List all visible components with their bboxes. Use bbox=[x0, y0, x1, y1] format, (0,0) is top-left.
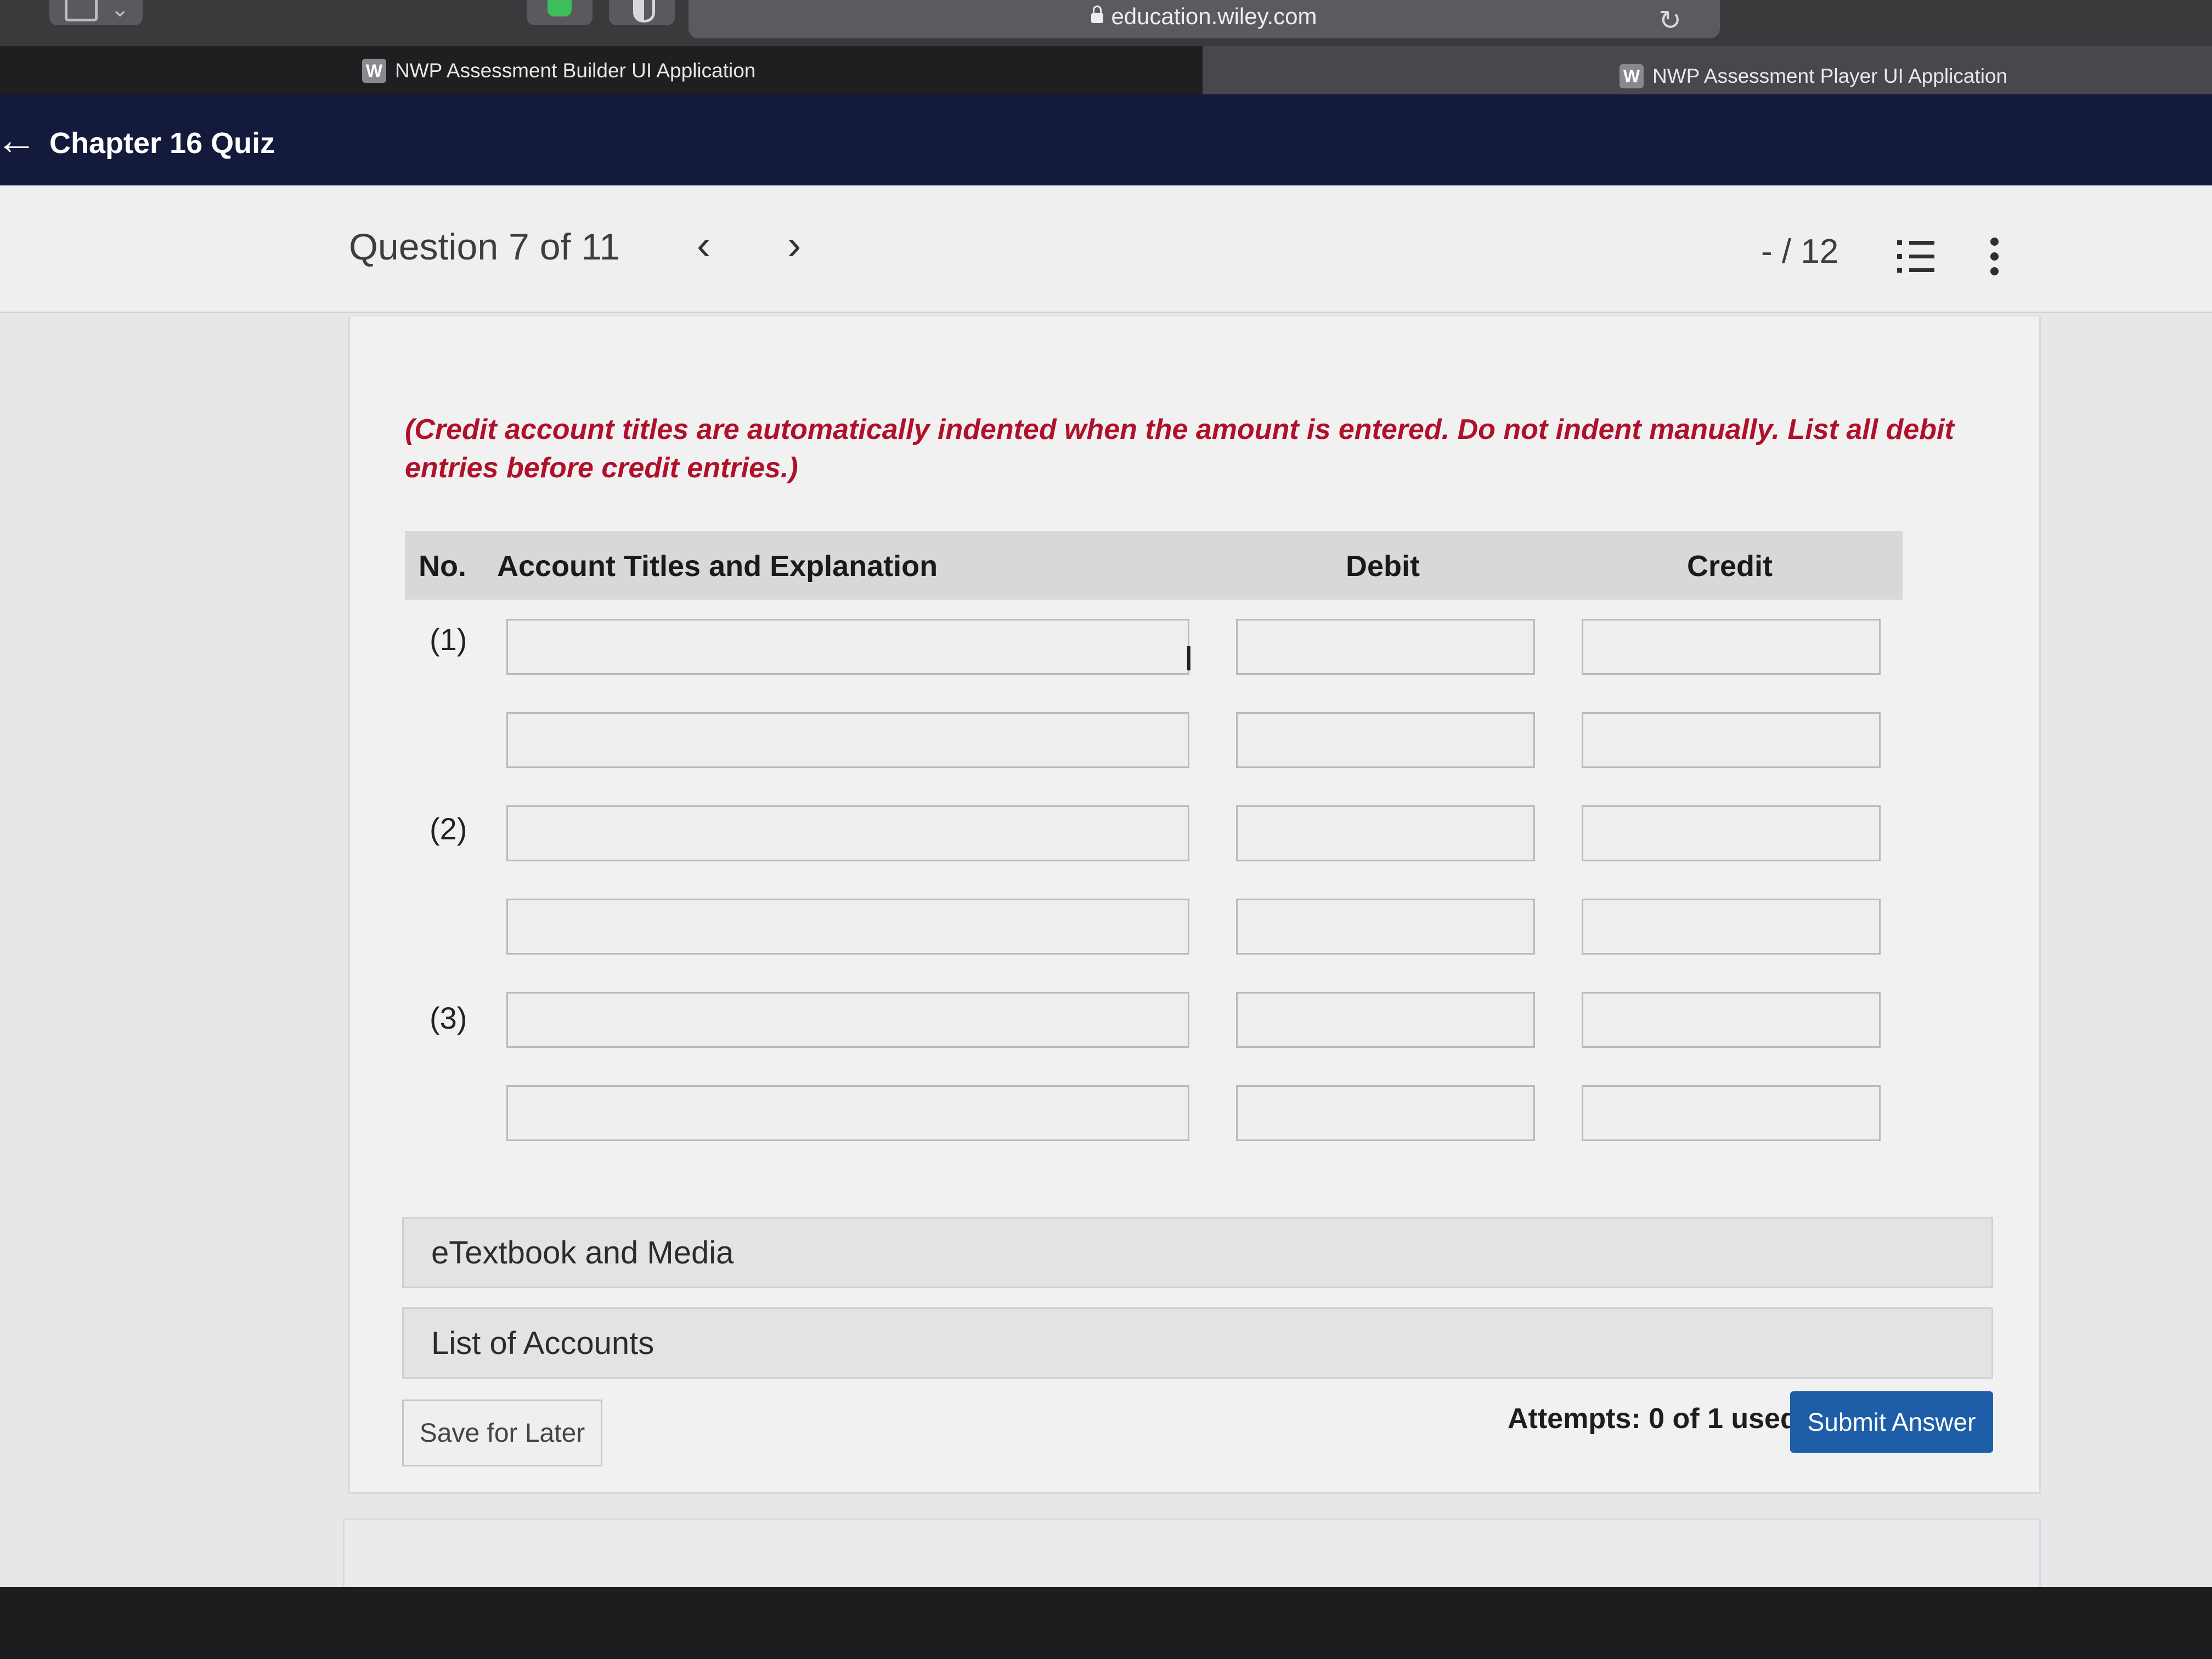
question-counter: Question 7 of 11 bbox=[349, 226, 620, 268]
column-header-credit: Credit bbox=[1687, 550, 1773, 583]
browser-chrome: ⌄ education.wiley.com ↻ W NWP Assessment… bbox=[0, 0, 2212, 96]
main-content: Question 7 of 11 ‹ › - / 12 (Credit acco… bbox=[0, 185, 2212, 1595]
sidebar-toggle-button[interactable]: ⌄ bbox=[49, 0, 143, 25]
account-title-input[interactable] bbox=[506, 992, 1189, 1048]
tab-assessment-player[interactable]: W NWP Assessment Player UI Application bbox=[1203, 46, 2212, 95]
url-text: education.wiley.com bbox=[1111, 3, 1317, 29]
question-card: (Credit account titles are automatically… bbox=[348, 317, 2041, 1494]
account-title-input[interactable] bbox=[506, 899, 1189, 955]
submit-answer-button[interactable]: Submit Answer bbox=[1790, 1391, 1993, 1453]
column-header-debit: Debit bbox=[1346, 550, 1420, 583]
column-header-no: No. bbox=[419, 550, 466, 583]
score-display: - / 12 bbox=[1761, 233, 1839, 270]
tab-label: NWP Assessment Builder UI Application bbox=[395, 59, 756, 82]
lock-icon bbox=[1091, 5, 1104, 23]
credit-input[interactable] bbox=[1582, 899, 1881, 955]
journal-table-header: No. Account Titles and Explanation Debit… bbox=[405, 531, 1903, 600]
extension-icon bbox=[548, 0, 572, 16]
numbered-list-icon[interactable] bbox=[1897, 240, 1934, 273]
credit-input[interactable] bbox=[1582, 712, 1881, 768]
column-header-account: Account Titles and Explanation bbox=[497, 550, 938, 583]
chevron-left-icon[interactable]: ‹ bbox=[697, 221, 710, 269]
list-of-accounts-accordion[interactable]: List of Accounts bbox=[402, 1307, 1993, 1379]
shield-icon bbox=[633, 0, 655, 22]
back-arrow-icon[interactable]: ← bbox=[0, 116, 37, 164]
credit-input[interactable] bbox=[1582, 805, 1881, 861]
debit-input[interactable] bbox=[1236, 899, 1535, 955]
chevron-down-icon: ⌄ bbox=[111, 0, 129, 21]
entry-number: (3) bbox=[430, 1001, 467, 1035]
credit-input[interactable] bbox=[1582, 1085, 1881, 1141]
credit-input[interactable] bbox=[1582, 619, 1881, 675]
etextbook-media-accordion[interactable]: eTextbook and Media bbox=[402, 1217, 1993, 1288]
debit-input[interactable] bbox=[1236, 619, 1535, 675]
reload-icon[interactable]: ↻ bbox=[1658, 4, 1681, 36]
url-display: education.wiley.com bbox=[689, 3, 1720, 30]
sidebar-toggle-icon bbox=[65, 0, 98, 21]
account-title-input[interactable] bbox=[506, 619, 1189, 675]
debit-input[interactable] bbox=[1236, 992, 1535, 1048]
address-bar[interactable]: education.wiley.com ↻ bbox=[689, 0, 1720, 38]
next-card bbox=[343, 1519, 2041, 1595]
question-instructions: (Credit account titles are automatically… bbox=[405, 414, 1954, 484]
credit-input[interactable] bbox=[1582, 992, 1881, 1048]
extension-button[interactable] bbox=[527, 0, 592, 25]
debit-input[interactable] bbox=[1236, 712, 1535, 768]
screen-bezel bbox=[0, 1587, 2212, 1659]
debit-input[interactable] bbox=[1236, 1085, 1535, 1141]
account-title-input[interactable] bbox=[506, 1085, 1189, 1141]
question-nav-bar: Question 7 of 11 ‹ › - / 12 bbox=[0, 185, 2212, 313]
debit-input[interactable] bbox=[1236, 805, 1535, 861]
wiley-favicon-icon: W bbox=[1620, 64, 1644, 88]
account-title-input[interactable] bbox=[506, 712, 1189, 768]
tab-label: NWP Assessment Player UI Application bbox=[1652, 65, 2008, 87]
entry-number: (1) bbox=[430, 622, 467, 657]
privacy-button[interactable] bbox=[609, 0, 675, 25]
chevron-right-icon[interactable]: › bbox=[787, 221, 801, 269]
wiley-favicon-icon: W bbox=[362, 59, 386, 83]
text-cursor-icon: I bbox=[1184, 639, 1194, 678]
entry-number: (2) bbox=[430, 811, 467, 846]
attempts-counter: Attempts: 0 of 1 used bbox=[1508, 1403, 1798, 1435]
tab-assessment-builder[interactable]: W NWP Assessment Builder UI Application bbox=[0, 46, 1203, 95]
more-vertical-icon[interactable] bbox=[1990, 238, 2001, 282]
app-header: ← Chapter 16 Quiz bbox=[0, 94, 2212, 190]
account-title-input[interactable] bbox=[506, 805, 1189, 861]
save-for-later-button[interactable]: Save for Later bbox=[402, 1400, 602, 1466]
page-title: Chapter 16 Quiz bbox=[49, 127, 275, 160]
